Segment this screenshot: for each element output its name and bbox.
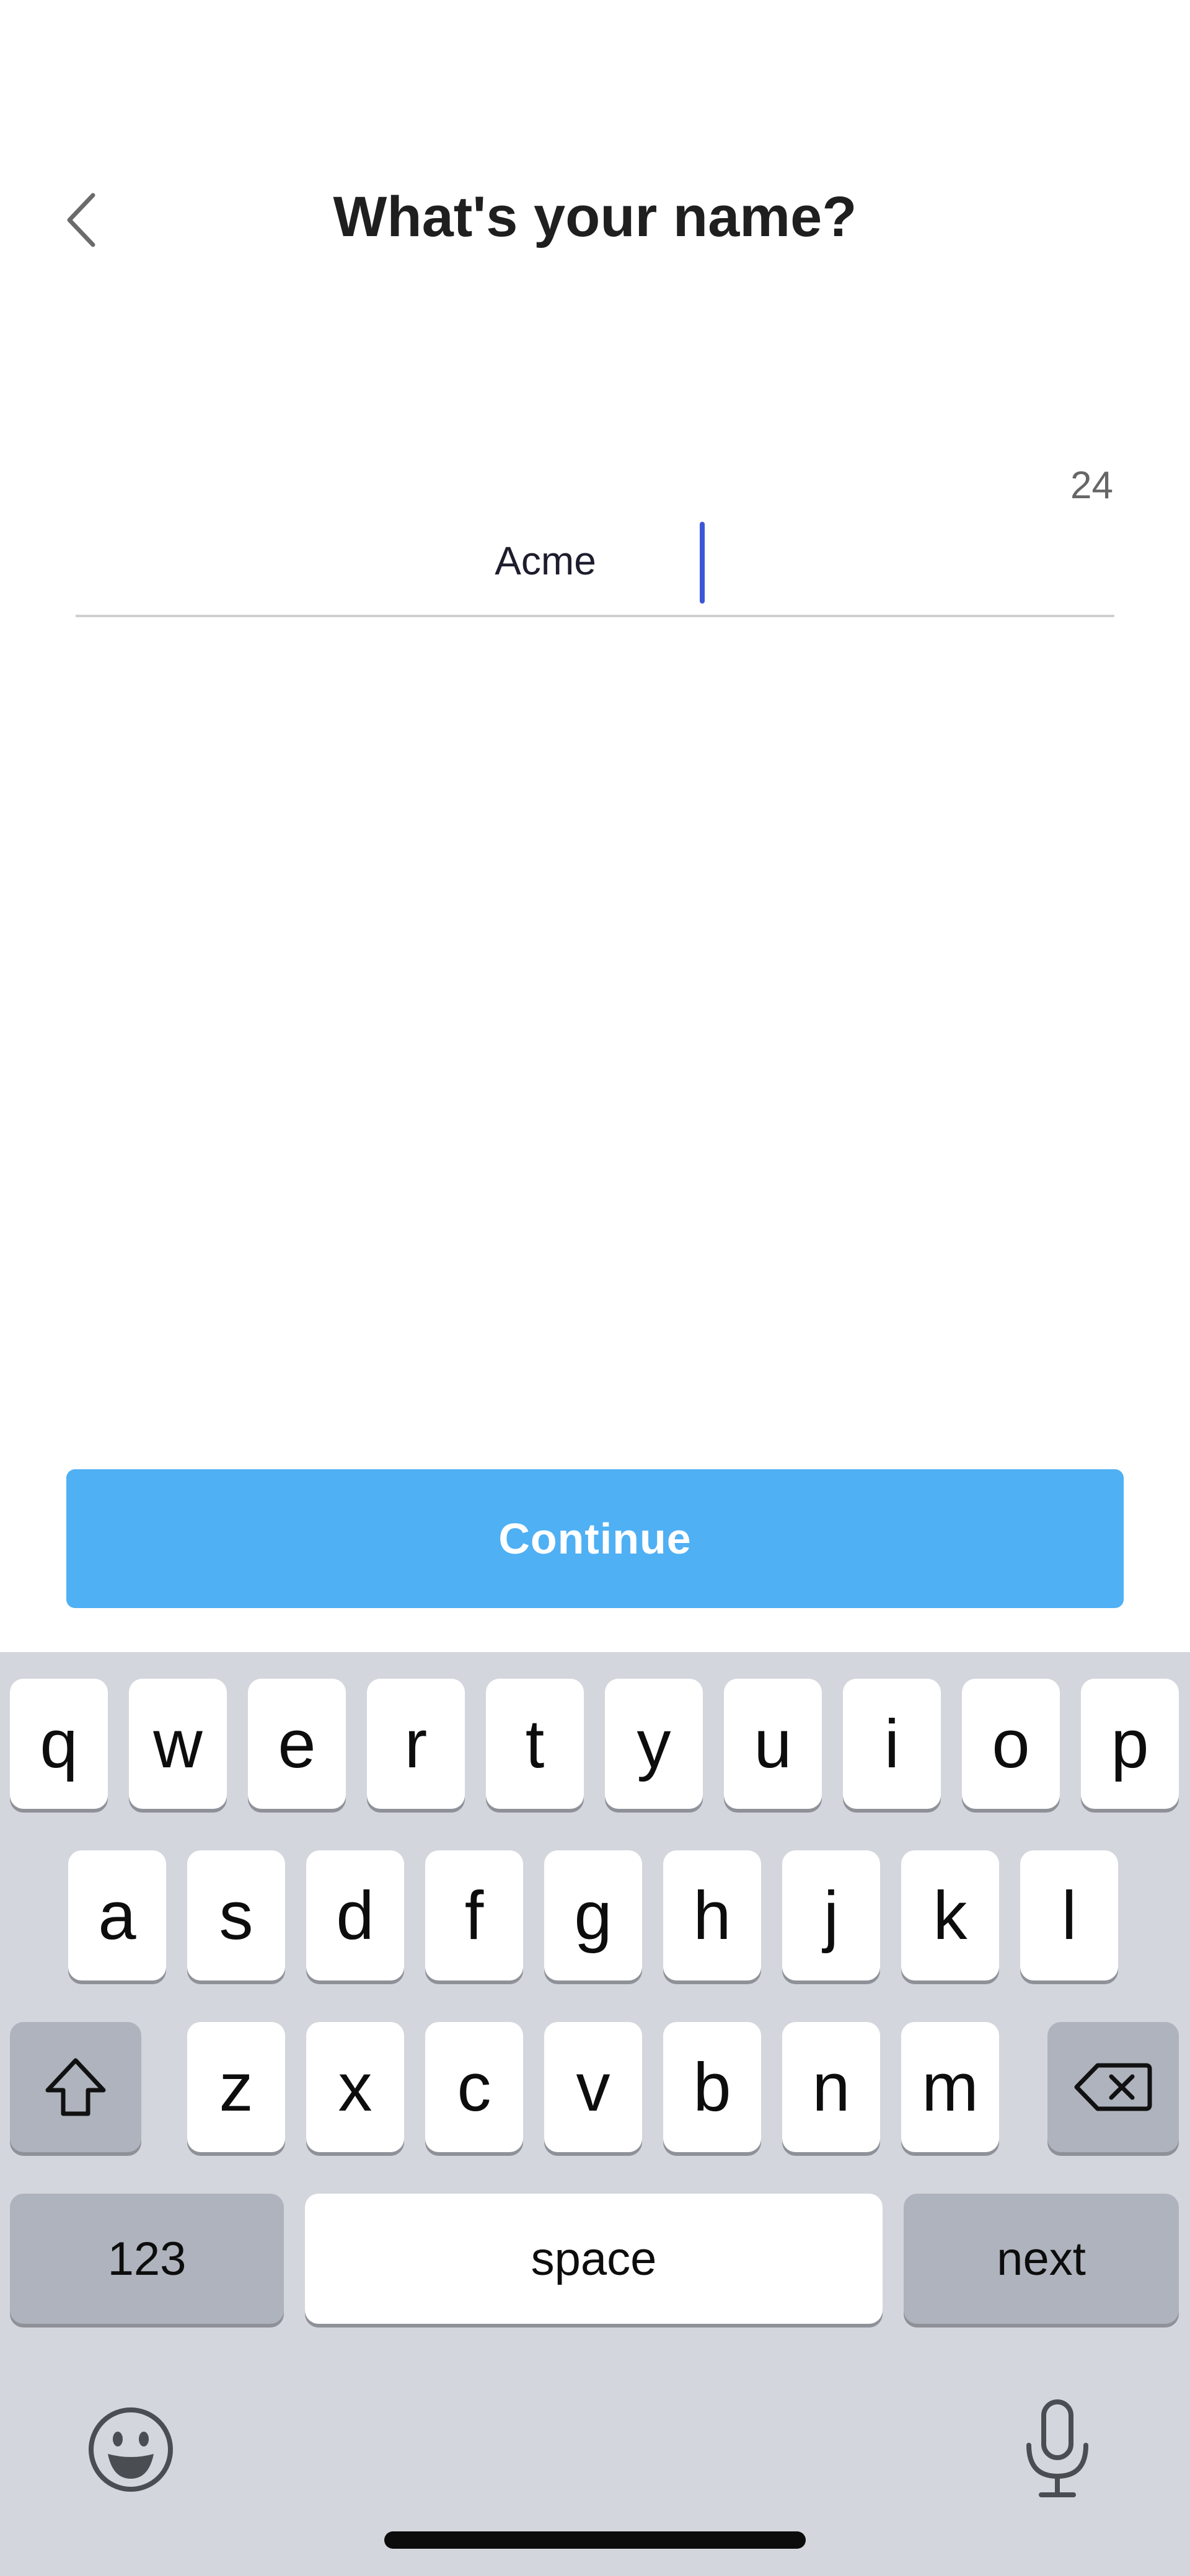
emoji-button[interactable]	[84, 2403, 177, 2496]
key-p[interactable]: p	[1081, 1679, 1179, 1809]
key-e[interactable]: e	[248, 1679, 346, 1809]
backspace-key[interactable]	[1047, 2022, 1179, 2152]
key-g[interactable]: g	[544, 1850, 642, 1980]
key-v[interactable]: v	[544, 2022, 642, 2152]
text-caret	[700, 522, 705, 604]
keyboard: q w e r t y u i o p a s d f g h j k l z …	[0, 1652, 1190, 2576]
key-b[interactable]: b	[663, 2022, 761, 2152]
key-n[interactable]: n	[782, 2022, 880, 2152]
key-q[interactable]: q	[10, 1679, 108, 1809]
home-indicator	[384, 2531, 806, 2549]
emoji-icon	[89, 2407, 173, 2492]
key-x[interactable]: x	[306, 2022, 404, 2152]
key-r[interactable]: r	[367, 1679, 465, 1809]
key-k[interactable]: k	[901, 1850, 999, 1980]
continue-button[interactable]: Continue	[66, 1469, 1124, 1608]
dictation-button[interactable]	[1014, 2397, 1101, 2502]
key-c[interactable]: c	[425, 2022, 523, 2152]
key-o[interactable]: o	[962, 1679, 1060, 1809]
key-y[interactable]: y	[605, 1679, 703, 1809]
key-s[interactable]: s	[187, 1850, 285, 1980]
backspace-icon	[1074, 2063, 1152, 2111]
shift-key[interactable]	[10, 2022, 141, 2152]
shift-icon	[45, 2058, 106, 2116]
key-w[interactable]: w	[129, 1679, 227, 1809]
key-f[interactable]: f	[425, 1850, 523, 1980]
numbers-key[interactable]: 123	[10, 2194, 284, 2324]
space-key[interactable]: space	[305, 2194, 883, 2324]
character-counter: 24	[1070, 464, 1113, 507]
name-input[interactable]: Acme	[397, 527, 694, 595]
key-j[interactable]: j	[782, 1850, 880, 1980]
key-i[interactable]: i	[843, 1679, 941, 1809]
page-title: What's your name?	[333, 185, 857, 248]
key-m[interactable]: m	[901, 2022, 999, 2152]
key-t[interactable]: t	[486, 1679, 584, 1809]
key-l[interactable]: l	[1020, 1850, 1118, 1980]
key-h[interactable]: h	[663, 1850, 761, 1980]
next-key[interactable]: next	[904, 2194, 1179, 2324]
input-underline	[76, 615, 1114, 617]
key-u[interactable]: u	[724, 1679, 822, 1809]
key-a[interactable]: a	[68, 1850, 166, 1980]
microphone-icon	[1026, 2399, 1088, 2497]
key-d[interactable]: d	[306, 1850, 404, 1980]
key-z[interactable]: z	[187, 2022, 285, 2152]
